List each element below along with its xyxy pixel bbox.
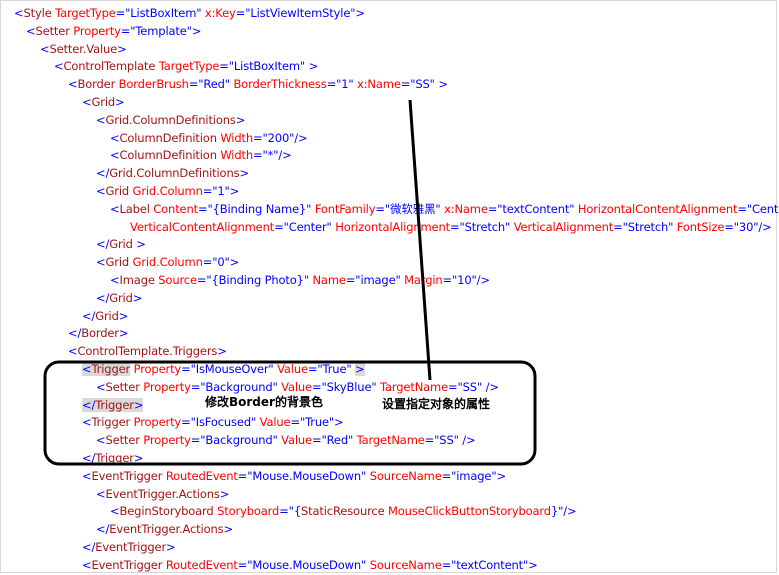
target-property-annotation: 设置指定对象的属性 — [382, 397, 491, 411]
annotation-overlay — [43, 99, 537, 466]
trigger-callout-box — [43, 360, 537, 466]
border-background-annotation: 修改Border的背景色 — [205, 395, 323, 409]
callout-arrow-line — [408, 99, 432, 381]
